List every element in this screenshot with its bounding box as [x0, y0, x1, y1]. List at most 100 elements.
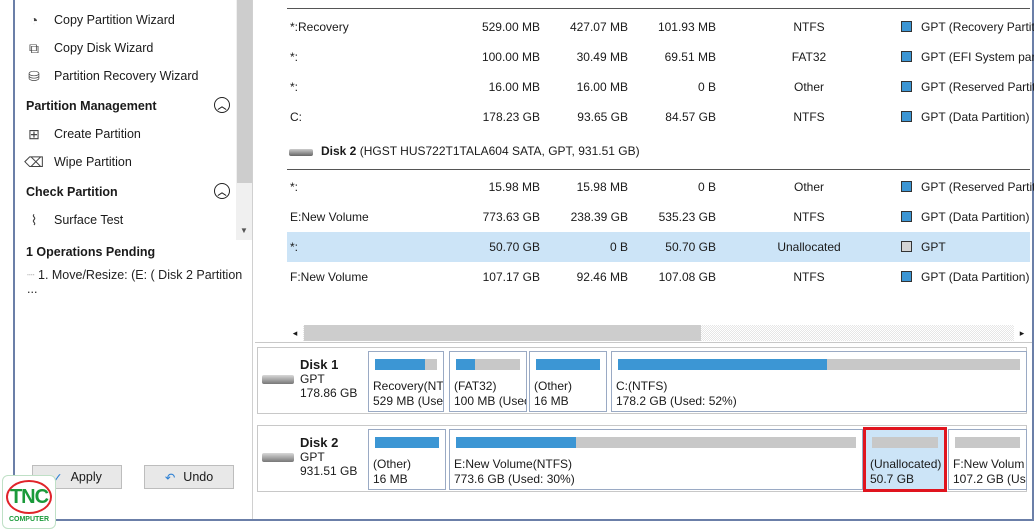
- file-system: NTFS: [793, 20, 825, 34]
- partition-block[interactable]: C:(NTFS) 178.2 GB (Used: 52%): [611, 351, 1027, 412]
- partition-block[interactable]: (FAT32) 100 MB (Usec: [449, 351, 527, 412]
- partition-label: (Other): [373, 457, 412, 471]
- disk-map-row[interactable]: Disk 1 GPT 178.86 GB Recovery(NTI 529 MB (…: [257, 347, 1027, 414]
- undo-button[interactable]: ↶ Undo: [144, 465, 234, 489]
- used: 93.65 GB: [577, 110, 628, 124]
- copy-partition-icon: ◔: [29, 12, 39, 28]
- partition-size: 50.7 GB: [870, 472, 915, 486]
- partition-label: (FAT32): [454, 379, 497, 393]
- scroll-down-icon[interactable]: ▼: [240, 226, 248, 235]
- pending-operation-item[interactable]: ┈ 1. Move/Resize: (E: ( Disk 2 Partition…: [27, 267, 252, 296]
- partition-label: C:(NTFS): [616, 379, 668, 393]
- partition-type-color-icon: [901, 211, 912, 222]
- usage-bar: [955, 437, 1020, 448]
- capacity: 178.23 GB: [482, 110, 540, 124]
- partition-size: 16 MB: [373, 472, 408, 486]
- usage-fill: [456, 437, 576, 448]
- used: 15.98 MB: [576, 180, 628, 194]
- usage-fill: [456, 359, 476, 370]
- unused: 84.57 GB: [665, 110, 716, 124]
- copy-disk-icon: ⧉: [29, 39, 39, 56]
- check-partition-heading: Check Partition: [26, 185, 118, 199]
- partition-label: E:New Volume(NTFS): [454, 457, 573, 471]
- partition-size: 178.2 GB (Used: 52%): [616, 394, 737, 408]
- disk-style: GPT: [300, 372, 325, 386]
- label: 1. Move/Resize: (E: ( Disk 2 Partition .…: [27, 268, 243, 296]
- partition-name: *:: [290, 80, 299, 94]
- disk-icon: [262, 453, 294, 462]
- partition-type-color-icon: [901, 51, 912, 62]
- partition-type: GPT (Reserved Partit: [921, 180, 1034, 194]
- partition-label: (Unallocated): [870, 457, 942, 471]
- capacity: 100.00 MB: [481, 50, 540, 64]
- surface-test[interactable]: ⌇ Surface Test: [25, 209, 124, 231]
- partition-recovery-wizard[interactable]: ⛁ Partition Recovery Wizard: [25, 65, 199, 87]
- wipe-partition[interactable]: ⌫ Wipe Partition: [24, 151, 132, 173]
- disk-icon: [262, 375, 294, 384]
- table-row[interactable]: F:New Volume 107.17 GB 92.46 MB 107.08 G…: [287, 262, 1030, 292]
- used: 92.46 MB: [576, 270, 628, 284]
- partition-label: (Other): [534, 379, 573, 393]
- partition-size: 16 MB: [534, 394, 569, 408]
- file-system: Other: [793, 180, 824, 194]
- operations-pending-heading: 1 Operations Pending: [26, 245, 156, 259]
- horizontal-scrollbar[interactable]: ◂ ▸: [287, 325, 1030, 341]
- partition-block[interactable]: E:New Volume(NTFS) 773.6 GB (Used: 30%): [449, 429, 863, 490]
- divider: [287, 8, 1030, 9]
- collapse-check-partition-icon[interactable]: ︿: [214, 183, 230, 199]
- partition-block[interactable]: (Other) 16 MB: [368, 429, 446, 490]
- usage-bar: [375, 359, 437, 370]
- partition-type-color-icon: [901, 241, 912, 252]
- copy-partition-wizard[interactable]: ◔ Copy Partition Wizard: [25, 9, 175, 31]
- file-system: NTFS: [793, 210, 825, 224]
- capacity: 773.63 GB: [482, 210, 540, 224]
- table-row[interactable]: *: 16.00 MB 16.00 MB 0 B Other GPT (Rese…: [287, 72, 1034, 102]
- table-row[interactable]: C: 178.23 GB 93.65 GB 84.57 GB NTFS GPT …: [287, 102, 1030, 132]
- partition-size: 100 MB (Usec: [454, 394, 527, 408]
- partition-block[interactable]: (Unallocated) 50.7 GB: [863, 427, 947, 492]
- unused: 107.08 GB: [658, 270, 716, 284]
- label: Undo: [183, 470, 214, 484]
- table-row[interactable]: *: 15.98 MB 15.98 MB 0 B Other GPT (Rese…: [287, 172, 1034, 202]
- unused: 0 B: [697, 180, 716, 194]
- unused: 69.51 MB: [664, 50, 716, 64]
- partition-type-color-icon: [901, 81, 912, 92]
- scroll-right-icon[interactable]: ▸: [1014, 325, 1030, 341]
- used: 16.00 MB: [576, 80, 628, 94]
- table-row[interactable]: *: 100.00 MB 30.49 MB 69.51 MB FAT32 GPT…: [287, 42, 1034, 72]
- table-row[interactable]: E:New Volume 773.63 GB 238.39 GB 535.23 …: [287, 202, 1030, 232]
- label: Create Partition: [54, 127, 141, 141]
- sidebar-scrollbar-thumb[interactable]: [237, 0, 252, 183]
- partition-size: 773.6 GB (Used: 30%): [454, 472, 575, 486]
- disk-name: Disk 2: [300, 435, 339, 450]
- undo-icon: ↶: [164, 470, 176, 485]
- partition-block[interactable]: F:New Volum 107.2 GB (Use: [948, 429, 1027, 490]
- label: Partition Recovery Wizard: [54, 69, 199, 83]
- create-partition[interactable]: ⊞ Create Partition: [25, 123, 141, 145]
- partition-type: GPT (Data Partition): [921, 270, 1030, 284]
- sidebar: ◔ Copy Partition Wizard ⧉ Copy Disk Wizard…: [15, 0, 253, 519]
- usage-bar: [872, 437, 938, 448]
- partition-type-color-icon: [901, 21, 912, 32]
- used: 427.07 MB: [569, 20, 628, 34]
- disk-detail: (HGST HUS722T1TALA604 SATA, GPT, 931.51 …: [359, 144, 640, 158]
- table-row[interactable]: *:Recovery 529.00 MB 427.07 MB 101.93 MB…: [287, 12, 1034, 42]
- partition-block[interactable]: (Other) 16 MB: [529, 351, 607, 412]
- divider: [255, 342, 1032, 343]
- label: Wipe Partition: [54, 155, 132, 169]
- used: 238.39 GB: [570, 210, 628, 224]
- partition-type-color-icon: [901, 111, 912, 122]
- capacity: 50.70 GB: [489, 240, 540, 254]
- collapse-partition-management-icon[interactable]: ︿: [214, 97, 230, 113]
- partition-name: *:: [290, 50, 299, 64]
- disk-map-row[interactable]: Disk 2 GPT 931.51 GB (Other) 16 MB E:New V…: [257, 425, 1027, 492]
- disk2-header[interactable]: Disk 2 (HGST HUS722T1TALA604 SATA, GPT, …: [289, 144, 640, 158]
- partition-block[interactable]: Recovery(NTI 529 MB (Usec: [368, 351, 444, 412]
- partition-name: C:: [290, 110, 302, 124]
- copy-disk-wizard[interactable]: ⧉ Copy Disk Wizard: [25, 37, 153, 59]
- scroll-left-icon[interactable]: ◂: [287, 325, 303, 341]
- table-row[interactable]: *: 50.70 GB 0 B 50.70 GB Unallocated GPT: [287, 232, 1030, 262]
- partition-name: E:New Volume: [290, 210, 369, 224]
- unused: 535.23 GB: [658, 210, 716, 224]
- horizontal-scrollbar-thumb[interactable]: [304, 325, 701, 341]
